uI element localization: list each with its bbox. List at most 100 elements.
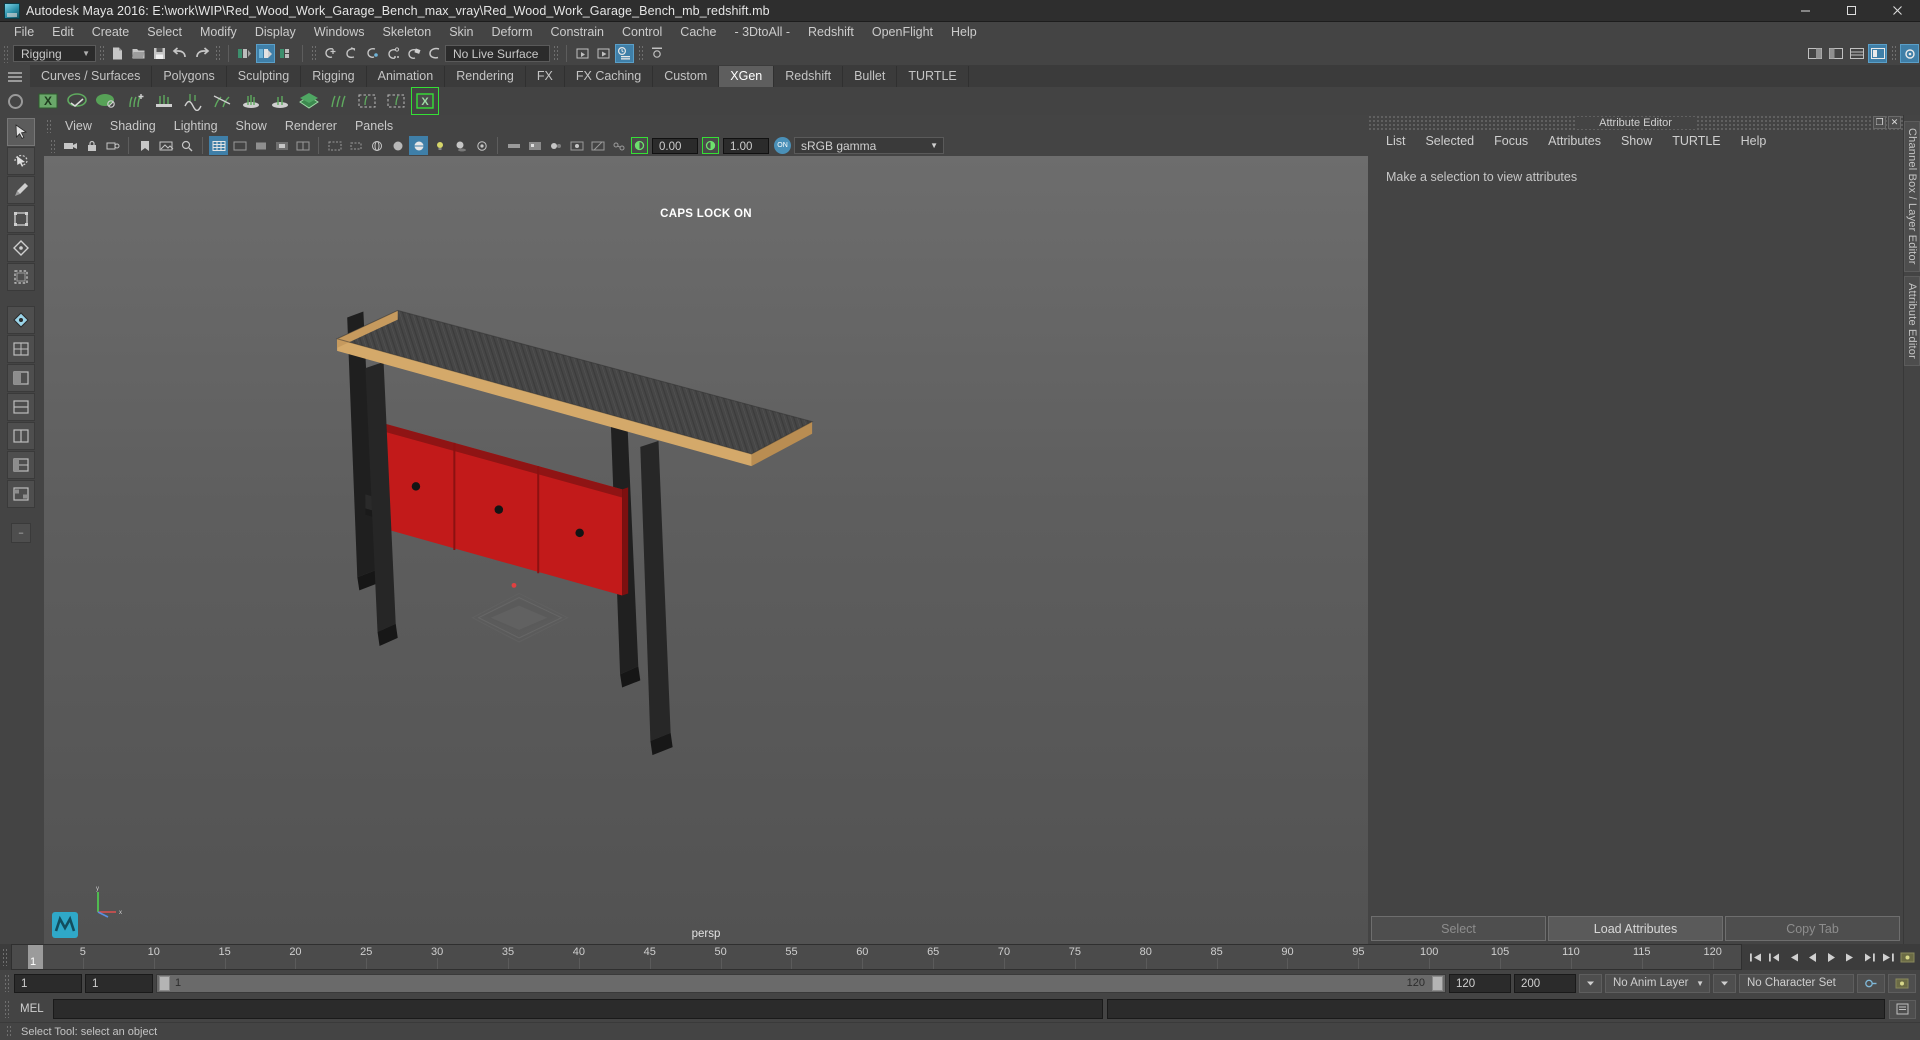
shelf-tab-rigging[interactable]: Rigging — [301, 66, 367, 87]
menu-select[interactable]: Select — [138, 22, 191, 42]
menu-skin[interactable]: Skin — [440, 22, 482, 42]
rail-tab-channel-box[interactable]: Channel Box / Layer Editor — [1904, 121, 1920, 272]
menu-control[interactable]: Control — [613, 22, 671, 42]
paint-select-tool-icon[interactable] — [7, 176, 35, 204]
step-forward-frame-icon[interactable] — [1841, 947, 1859, 967]
two-stacked-layout-icon[interactable] — [7, 393, 35, 421]
screen-space-ao-icon[interactable] — [472, 136, 491, 155]
command-language-label[interactable]: MEL — [15, 1003, 49, 1015]
rail-tab-attribute-editor[interactable]: Attribute Editor — [1904, 275, 1920, 366]
render-current-frame-icon[interactable] — [594, 44, 613, 63]
redo-icon[interactable] — [192, 44, 211, 63]
current-time-indicator[interactable]: 1 — [28, 945, 43, 969]
channel-box-icon[interactable] — [1847, 44, 1866, 63]
ae-copy-tab-button[interactable]: Copy Tab — [1725, 916, 1900, 941]
shelf-tab-xgen[interactable]: XGen — [719, 66, 775, 87]
lock-camera-icon[interactable] — [82, 136, 101, 155]
xgen-grooming-icon[interactable] — [325, 88, 351, 114]
more-layouts-icon[interactable]: − — [11, 523, 31, 543]
close-button[interactable] — [1874, 0, 1920, 22]
film-origin-icon[interactable] — [293, 136, 312, 155]
shelf-tab-redshift[interactable]: Redshift — [774, 66, 844, 87]
menu-deform[interactable]: Deform — [483, 22, 542, 42]
workspace-selector-icon[interactable] — [1900, 44, 1919, 63]
select-by-object-icon[interactable] — [256, 44, 275, 63]
wireframe-icon[interactable] — [367, 136, 386, 155]
render-settings-icon[interactable] — [647, 44, 666, 63]
safe-title-icon[interactable] — [346, 136, 365, 155]
play-forwards-icon[interactable] — [1822, 947, 1840, 967]
xgen-sphere-wire-icon[interactable] — [64, 88, 90, 114]
resolution-gate-icon[interactable] — [251, 136, 270, 155]
exposure-value[interactable]: 0.00 — [652, 137, 698, 154]
xgen-add-guide-icon[interactable] — [122, 88, 148, 114]
snap-to-projected-center-icon[interactable] — [383, 44, 402, 63]
viewport-menu-renderer[interactable]: Renderer — [276, 117, 346, 135]
viewport-menu-lighting[interactable]: Lighting — [165, 117, 227, 135]
animation-preferences-icon[interactable] — [1898, 947, 1916, 967]
minimize-button[interactable] — [1782, 0, 1828, 22]
gate-mask-icon[interactable] — [272, 136, 291, 155]
go-to-start-icon[interactable] — [1746, 947, 1764, 967]
animation-preferences-button[interactable] — [1888, 973, 1916, 993]
menu-redshift[interactable]: Redshift — [799, 22, 863, 42]
menu-3dtoall[interactable]: - 3DtoAll - — [725, 22, 799, 42]
last-tool-icon[interactable] — [7, 306, 35, 334]
toolbar-grip[interactable] — [3, 44, 10, 63]
bookmark-icon[interactable] — [135, 136, 154, 155]
lasso-select-tool-icon[interactable] — [7, 147, 35, 175]
open-scene-icon[interactable] — [129, 44, 148, 63]
menu-display[interactable]: Display — [246, 22, 305, 42]
menu-cache[interactable]: Cache — [671, 22, 725, 42]
move-tool-icon[interactable] — [7, 205, 35, 233]
xgen-region-icon[interactable] — [267, 88, 293, 114]
select-by-component-icon[interactable] — [277, 44, 296, 63]
attribute-editor-icon[interactable] — [1826, 44, 1845, 63]
xgen-patch-icon[interactable] — [296, 88, 322, 114]
shelf-settings-icon[interactable] — [7, 94, 23, 109]
xgen-preview-icon[interactable] — [354, 88, 380, 114]
time-slider-grip[interactable] — [2, 948, 9, 966]
motion-blur-icon[interactable] — [504, 136, 523, 155]
command-line-grip[interactable] — [4, 1000, 11, 1018]
range-end-time-field[interactable]: 120 — [1449, 973, 1511, 993]
script-editor-icon[interactable] — [1889, 999, 1916, 1019]
shaded-wireframe-icon[interactable] — [409, 136, 428, 155]
xray-icon[interactable] — [588, 136, 607, 155]
time-slider-track[interactable]: 1 5 10 15 20 25 30 35 40 45 50 55 60 65 70 75 80 85 90 95 1… — [11, 944, 1742, 970]
viewport-menu-show[interactable]: Show — [227, 117, 276, 135]
viewport-menu-view[interactable]: View — [56, 117, 101, 135]
undo-icon[interactable] — [171, 44, 190, 63]
safe-action-icon[interactable] — [325, 136, 344, 155]
two-dim-pan-zoom-icon[interactable] — [177, 136, 196, 155]
xgen-editor-icon[interactable]: X — [35, 88, 61, 114]
depth-of-field-icon[interactable] — [546, 136, 565, 155]
play-backwards-icon[interactable] — [1803, 947, 1821, 967]
shelf-menu-icon[interactable] — [8, 72, 22, 82]
scale-tool-icon[interactable] — [7, 263, 35, 291]
range-slider-left-handle[interactable] — [159, 975, 170, 991]
open-render-view-icon[interactable] — [573, 44, 592, 63]
color-management-selector[interactable]: sRGB gamma ▼ — [794, 137, 944, 154]
menu-file[interactable]: File — [5, 22, 43, 42]
menu-windows[interactable]: Windows — [305, 22, 374, 42]
shadows-icon[interactable] — [451, 136, 470, 155]
shelf-tab-polygons[interactable]: Polygons — [152, 66, 227, 87]
snap-to-curve-icon[interactable] — [341, 44, 360, 63]
tool-settings-icon[interactable] — [1868, 44, 1887, 63]
xgen-sphere-solid-icon[interactable] — [93, 88, 119, 114]
persp-outliner-layout-icon[interactable] — [7, 451, 35, 479]
shelf-tab-turtle[interactable]: TURTLE — [897, 66, 969, 87]
gamma-icon[interactable] — [702, 137, 719, 154]
range-slider[interactable]: 1 120 — [156, 973, 1446, 993]
four-view-layout-icon[interactable] — [7, 364, 35, 392]
save-scene-icon[interactable] — [150, 44, 169, 63]
menu-edit[interactable]: Edit — [43, 22, 83, 42]
ae-menu-focus[interactable]: Focus — [1484, 130, 1538, 152]
isolate-select-icon[interactable] — [567, 136, 586, 155]
menu-set-selector[interactable]: Rigging ▼ — [13, 45, 96, 62]
anim-layer-menu-icon[interactable] — [1713, 973, 1736, 993]
use-all-lights-icon[interactable] — [430, 136, 449, 155]
anim-layer-selector[interactable]: No Anim Layer ▼ — [1605, 973, 1710, 993]
viewport-toolbar-grip[interactable] — [50, 138, 56, 153]
